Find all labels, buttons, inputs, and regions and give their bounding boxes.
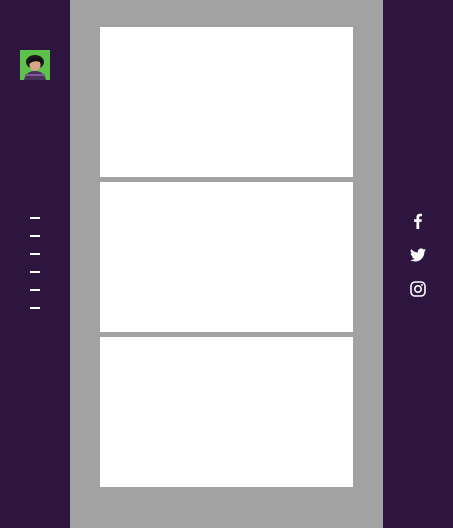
nav-item-5[interactable] xyxy=(30,289,40,291)
nav-item-1[interactable] xyxy=(30,217,40,219)
left-sidebar xyxy=(0,0,70,528)
nav-item-3[interactable] xyxy=(30,253,40,255)
right-sidebar xyxy=(383,0,453,528)
content-card-2[interactable] xyxy=(100,182,353,332)
facebook-icon[interactable] xyxy=(410,213,426,229)
avatar-image xyxy=(20,50,50,80)
content-card-1[interactable] xyxy=(100,27,353,177)
twitter-icon[interactable] xyxy=(410,247,426,263)
instagram-icon[interactable] xyxy=(410,281,426,297)
content-card-3[interactable] xyxy=(100,337,353,487)
nav-item-4[interactable] xyxy=(30,271,40,273)
sidebar-nav xyxy=(30,217,40,325)
nav-item-6[interactable] xyxy=(30,307,40,309)
nav-item-2[interactable] xyxy=(30,235,40,237)
avatar[interactable] xyxy=(20,50,50,80)
main-content xyxy=(70,0,383,528)
